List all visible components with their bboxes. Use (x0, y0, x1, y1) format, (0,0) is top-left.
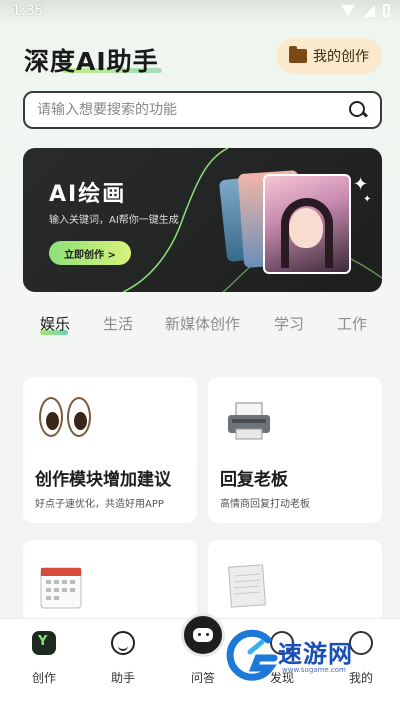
nav-helper[interactable]: 助手 (93, 619, 153, 701)
portrait-hair (281, 198, 333, 268)
sparkle-icon: ✦ (353, 174, 369, 195)
watermark: 速游网 www.sugame.com (222, 628, 392, 688)
card-title: 创作模块增加建议 (35, 470, 171, 490)
tab-study[interactable]: 学习 (274, 313, 304, 334)
helper-icon (111, 631, 135, 655)
create-now-button[interactable]: 立即创作 > (49, 241, 131, 265)
banner-subtitle: 输入关键词，AI帮你一键生成 (49, 215, 179, 226)
search-input[interactable] (37, 102, 348, 118)
nav-label: 助手 (110, 671, 135, 685)
tab-new-media[interactable]: 新媒体创作 (165, 313, 240, 334)
app-title: 深度AI助手 (24, 47, 159, 76)
search-box[interactable] (23, 91, 382, 129)
nav-label: 创作 (31, 671, 56, 685)
status-time: 1:35 (12, 3, 44, 19)
watermark-logo-icon (226, 629, 278, 681)
my-work-label: 我的创作 (313, 49, 369, 65)
wifi-icon (341, 5, 355, 16)
card-desc: 好点子速优化，共造好用APP (35, 499, 164, 510)
category-tabs: 娱乐 生活 新媒体创作 学习 工作 (0, 313, 400, 343)
card-title: 回复老板 (220, 470, 288, 490)
feature-card-reply-boss[interactable]: 回复老板 高情商回复打动老板 (208, 377, 382, 523)
folder-icon (289, 46, 307, 63)
sparkle-small-icon: ✦ (363, 194, 372, 205)
ai-painting-banner[interactable]: ✦ ✦ AI绘画 输入关键词，AI帮你一键生成 立即创作 > (23, 148, 382, 292)
status-icons (341, 4, 390, 17)
create-icon (32, 631, 56, 655)
tab-entertainment[interactable]: 娱乐 (40, 313, 70, 334)
tab-life[interactable]: 生活 (103, 313, 133, 334)
nav-create[interactable]: 创作 (14, 619, 74, 701)
watermark-text: 速游网 (278, 640, 353, 668)
paper-icon (228, 564, 266, 608)
signal-icon (363, 4, 375, 17)
my-work-button[interactable]: 我的创作 (276, 38, 382, 74)
printer-icon (228, 402, 270, 440)
artwork-card-front (263, 174, 351, 274)
tab-work[interactable]: 工作 (337, 313, 367, 334)
feature-card-suggestion[interactable]: 创作模块增加建议 好点子速优化，共造好用APP (23, 377, 197, 523)
eyes-icon (39, 397, 93, 439)
card-desc: 高情商回复打动老板 (220, 499, 310, 510)
calendar-icon (40, 567, 82, 609)
search-icon[interactable] (348, 100, 368, 120)
watermark-url: www.sugame.com (282, 666, 346, 674)
status-bar: 1:35 (0, 0, 400, 24)
banner-title: AI绘画 (49, 182, 127, 207)
battery-icon (383, 4, 390, 17)
